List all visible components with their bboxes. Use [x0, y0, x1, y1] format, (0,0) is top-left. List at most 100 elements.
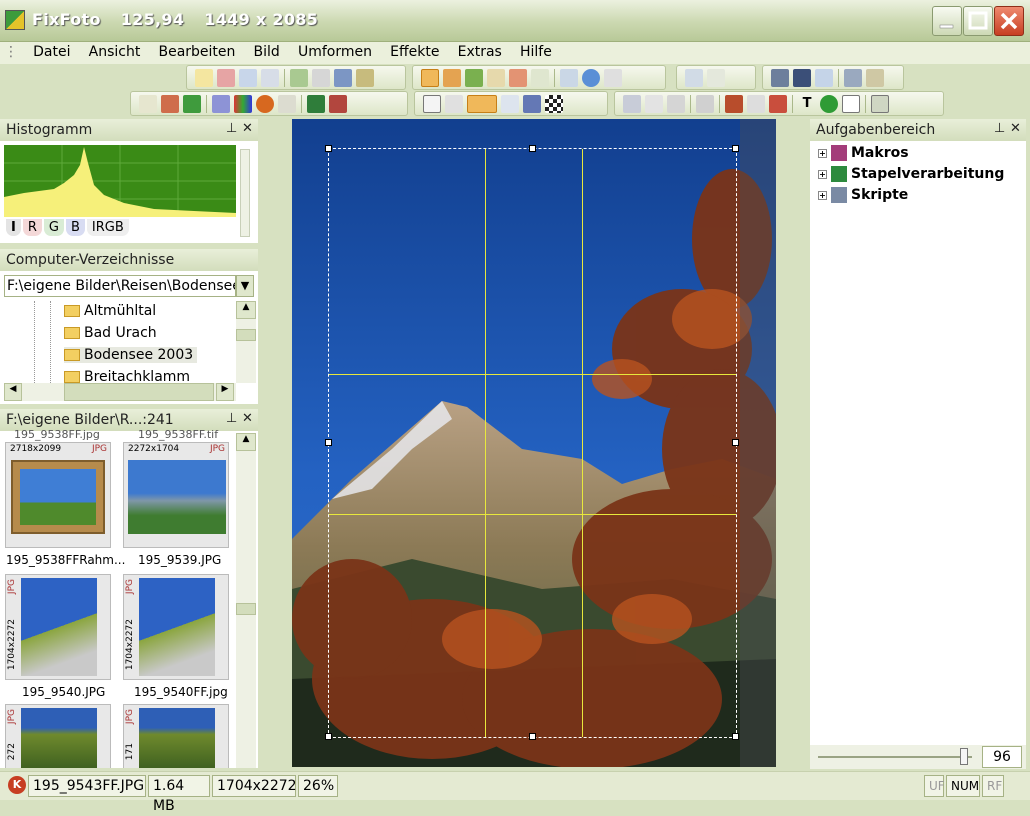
title-bar[interactable]: FixFoto 125,94 1449 x 2085 — [0, 0, 1030, 42]
slideshow-icon[interactable] — [844, 68, 862, 87]
thumbnail[interactable]: JPG 272 — [5, 704, 111, 768]
blank-icon[interactable] — [445, 94, 463, 113]
transform-icon[interactable] — [523, 94, 541, 113]
sparkle-icon[interactable] — [645, 94, 663, 113]
tree-item[interactable]: Breitachklamm — [64, 369, 190, 383]
minimize-button[interactable] — [932, 6, 962, 36]
thumbnail[interactable]: JPG 1704x2272 — [5, 574, 111, 680]
path-dropdown-button[interactable]: ▼ — [236, 275, 254, 297]
pane-close-icon[interactable]: ✕ — [242, 411, 253, 426]
pin-icon[interactable]: ⊥ — [994, 121, 1005, 136]
landscape-icon[interactable] — [183, 94, 201, 113]
directory-path-field[interactable]: F:\eigene Bilder\Reisen\Bodensee 2 — [4, 275, 236, 297]
brightness-icon[interactable] — [139, 94, 157, 113]
crop-handle[interactable] — [529, 733, 536, 740]
channel-tab-b[interactable]: B — [65, 219, 85, 236]
menu-datei[interactable]: Datei — [26, 42, 77, 62]
image-canvas[interactable] — [292, 119, 776, 767]
crop-frame[interactable] — [325, 145, 739, 740]
tools-icon[interactable] — [769, 94, 787, 113]
tree-item[interactable]: Bad Urach — [64, 325, 157, 341]
scroll-up-icon[interactable]: ▲ — [236, 433, 256, 451]
open-icon[interactable] — [195, 68, 213, 87]
table-icon[interactable] — [487, 68, 505, 87]
cut-icon[interactable] — [747, 94, 765, 113]
text-tool-icon[interactable]: T — [798, 95, 816, 113]
sharpen-icon[interactable] — [307, 94, 325, 113]
task-item-stapelverarbeitung[interactable]: + Stapelverarbeitung — [818, 166, 1004, 182]
zoom-value-field[interactable]: 96 — [982, 746, 1022, 768]
copyright-icon[interactable] — [820, 94, 838, 113]
histogram-scrollbar[interactable] — [240, 149, 250, 237]
pane-close-icon[interactable]: ✕ — [242, 121, 253, 136]
crop-handle[interactable] — [325, 145, 332, 152]
resize-icon[interactable] — [501, 94, 519, 113]
checker-icon[interactable] — [545, 94, 563, 113]
text-effect-icon[interactable] — [278, 94, 296, 113]
channel-tab-g[interactable]: G — [43, 219, 64, 236]
rgb-icon[interactable] — [234, 94, 252, 113]
settings-icon[interactable] — [866, 68, 884, 87]
chip-icon[interactable] — [871, 94, 889, 113]
scroll-thumb[interactable] — [236, 603, 256, 615]
redo-icon[interactable] — [707, 68, 725, 87]
color-wheel-icon[interactable] — [256, 94, 274, 113]
tree-vscrollbar[interactable]: ▲ — [236, 301, 256, 383]
pane-close-icon[interactable]: ✕ — [1010, 121, 1021, 136]
zoom-slider-thumb[interactable] — [960, 748, 968, 765]
pages-icon[interactable] — [815, 68, 833, 87]
portrait-icon[interactable] — [423, 94, 441, 113]
monitor-icon[interactable] — [334, 68, 352, 87]
expand-icon[interactable]: + — [818, 148, 827, 158]
crop-handle[interactable] — [732, 733, 739, 740]
menu-bearbeiten[interactable]: Bearbeiten — [151, 42, 242, 62]
menu-hilfe[interactable]: Hilfe — [513, 42, 559, 62]
copy-icon[interactable] — [239, 68, 257, 87]
menu-effekte[interactable]: Effekte — [383, 42, 446, 62]
channels-icon[interactable] — [212, 94, 230, 113]
scroll-left-icon[interactable]: ◀ — [4, 383, 22, 401]
zoom-slider-track[interactable] — [818, 756, 972, 758]
folders-icon[interactable] — [443, 68, 461, 87]
crop-handle[interactable] — [732, 439, 739, 446]
tree-item[interactable]: Altmühltal — [64, 303, 156, 319]
histogram-toggle-icon[interactable] — [465, 68, 483, 87]
tree-hscrollbar[interactable]: ◀ ▶ — [4, 383, 236, 401]
scroll-thumb[interactable] — [236, 329, 256, 341]
undo-icon[interactable] — [685, 68, 703, 87]
thumbnail-scrollbar[interactable]: ▲ — [236, 433, 256, 768]
crop-handle[interactable] — [325, 733, 332, 740]
color-icon[interactable] — [161, 94, 179, 113]
view-mode-icon[interactable] — [421, 68, 439, 87]
shield-icon[interactable] — [623, 94, 641, 113]
expand-icon[interactable]: + — [818, 190, 827, 200]
crop-scissors-icon[interactable] — [467, 94, 497, 113]
menu-umformen[interactable]: Umformen — [291, 42, 379, 62]
pin-icon[interactable]: ⊥ — [226, 121, 237, 136]
thumbnail[interactable]: JPG 1704x2272 — [123, 574, 229, 680]
film-icon[interactable] — [793, 68, 811, 87]
close-button[interactable] — [994, 6, 1024, 36]
panel-icon[interactable] — [509, 68, 527, 87]
channel-tab-irgb[interactable]: IRGB — [86, 219, 129, 236]
task-item-skripte[interactable]: + Skripte — [818, 187, 908, 203]
tree-item-selected[interactable]: Bodensee 2003 — [64, 347, 198, 363]
app-icon[interactable] — [5, 10, 25, 30]
cancel-view-icon[interactable] — [604, 68, 622, 87]
expand-icon[interactable]: + — [818, 169, 827, 179]
crop-handle[interactable] — [529, 145, 536, 152]
wand-icon[interactable] — [356, 68, 374, 87]
eye-icon[interactable] — [725, 94, 743, 113]
label-icon[interactable] — [842, 94, 860, 113]
menu-extras[interactable]: Extras — [451, 42, 509, 62]
menu-bild[interactable]: Bild — [247, 42, 287, 62]
print-icon[interactable] — [261, 68, 279, 87]
frame-icon[interactable] — [696, 94, 714, 113]
scroll-thumb[interactable] — [64, 383, 214, 401]
thumbnail[interactable]: 2272x1704 JPG — [123, 442, 229, 548]
thumbnail[interactable]: 2718x2099 JPG — [5, 442, 111, 548]
crop-handle[interactable] — [325, 439, 332, 446]
channel-tab-r[interactable]: R — [22, 219, 42, 236]
scanner-icon[interactable] — [312, 68, 330, 87]
fit-icon[interactable] — [560, 68, 578, 87]
